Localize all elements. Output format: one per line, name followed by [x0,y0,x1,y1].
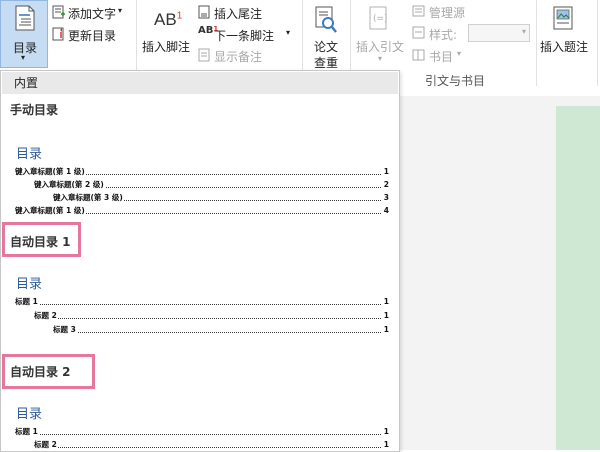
chevron-down-icon: ▾ [521,27,526,36]
add-text-button[interactable]: 添加文字 ▾ [52,4,132,22]
document-page[interactable] [556,106,600,450]
show-notes-button[interactable]: 显示备注 [198,47,278,65]
toc-entry: 标题 11 [15,426,389,438]
auto-toc-2-option[interactable]: 目录 标题 11 标题 21 [2,393,398,450]
toc-entry: 键入章标题(第 3 级) 3 [53,192,389,204]
manage-sources-button[interactable]: 管理源 [412,3,492,21]
add-text-icon [52,5,65,19]
footnote-icon-text: AB [154,10,177,29]
caption-icon [553,6,573,30]
insert-citation-button[interactable]: (=) 插入引文 ▾ [352,4,408,68]
style-label: 样式: [429,28,458,42]
chevron-down-icon: ▾ [118,6,123,15]
toc-entry: 标题 11 [15,296,389,308]
thesis-check-label-1: 论文 [314,40,339,54]
thesis-check-button[interactable]: 论文 查重 [306,4,346,70]
toc-entry: 标题 21 [34,439,389,450]
notes-icon [198,48,210,62]
footnote-icon: AB1 [154,10,182,30]
style-select[interactable]: ▾ [468,24,530,42]
group-label-citations: 引文与书目 [425,74,486,88]
add-text-label: 添加文字 [68,7,117,21]
insert-footnote-label: 插入脚注 [142,40,191,54]
footnote-icon-sup: 1 [176,10,183,22]
insert-caption-label: 插入题注 [540,40,589,54]
thesis-check-label-2: 查重 [314,56,339,70]
chevron-down-icon: ▾ [457,49,462,58]
auto-toc-1-option[interactable]: 目录 标题 11 标题 21 标题 31 [2,261,398,341]
book-icon [412,49,425,61]
ribbon-divider [597,0,598,86]
toc-dropdown: 内置 手动目录 目录 键入章标题(第 1 级) 1 键入章标题(第 2 级) 2 键… [0,70,400,452]
chevron-down-icon: ▾ [286,28,291,37]
toc-button[interactable]: 目录 ▾ [0,0,48,68]
show-notes-label: 显示备注 [214,50,263,64]
style-row: 样式: ▾ [412,24,532,44]
insert-footnote-button[interactable]: AB1 插入脚注 [140,4,194,64]
manual-toc-title: 目录 [16,147,43,162]
update-toc-label: 更新目录 [68,29,117,43]
manual-toc-label: 手动目录 [10,103,59,117]
auto-toc-2-label: 自动目录 2 [10,365,71,379]
chevron-down-icon: ▾ [21,53,26,62]
refresh-doc-icon [52,27,64,41]
insert-endnote-label: 插入尾注 [214,7,263,21]
citation-icon: (=) [369,6,388,30]
update-toc-button[interactable]: 更新目录 [52,26,132,44]
table-of-contents-icon [15,5,35,31]
chevron-down-icon: ▾ [378,54,383,63]
toc-entry: 键入章标题(第 2 级) 2 [34,179,389,191]
toc-entry: 标题 31 [53,324,389,336]
svg-text:(=): (=) [373,14,388,24]
style-icon [412,26,425,39]
bibliography-button[interactable]: 书目 ▾ [412,47,472,65]
dropdown-header: 内置 [2,72,398,94]
auto-toc-2-title: 目录 [16,407,43,422]
insert-endnote-button[interactable]: 插入尾注 [198,4,278,22]
document-search-icon [315,6,337,33]
auto-toc-1-label: 自动目录 1 [10,235,71,249]
insert-citation-label: 插入引文 [356,40,405,54]
toc-entry: 键入章标题(第 1 级) 4 [15,205,389,217]
manage-sources-label: 管理源 [429,6,466,20]
next-footnote-button[interactable]: AB1 下一条脚注 ▾ [198,25,298,43]
next-footnote-label: 下一条脚注 [214,29,275,43]
bibliography-label: 书目 [429,50,454,64]
auto-toc-1-title: 目录 [16,277,43,292]
ribbon-divider [536,0,537,86]
sources-icon [412,5,425,17]
toc-entry: 键入章标题(第 1 级) 1 [15,166,389,178]
endnote-icon [198,5,210,19]
manual-toc-option[interactable]: 目录 键入章标题(第 1 级) 1 键入章标题(第 2 级) 2 键入章标题(第 3… [2,125,398,225]
dropdown-header-label: 内置 [14,76,39,90]
insert-caption-button[interactable]: 插入题注 [538,4,594,68]
toc-entry: 标题 21 [34,310,389,322]
